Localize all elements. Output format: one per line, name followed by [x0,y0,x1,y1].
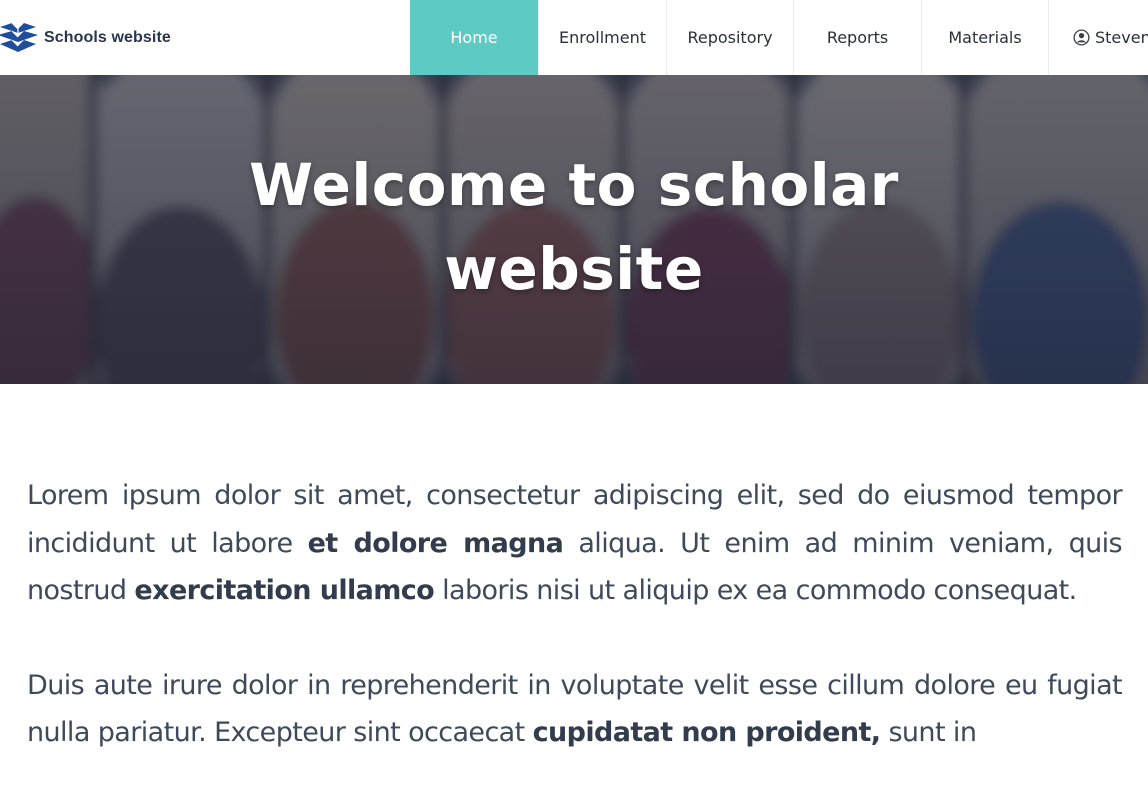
user-menu[interactable]: Steven [1048,0,1148,75]
hero-banner: Welcome to scholar website [0,75,1148,384]
main-content: Lorem ipsum dolor sit amet, consectetur … [27,472,1123,804]
main-nav: Home Enrollment Repository Reports Mater… [410,0,1148,75]
brand[interactable]: Schools website [0,0,410,75]
nav-item-label: Reports [826,28,889,47]
top-header: Schools website Home Enrollment Reposito… [0,0,1148,75]
nav-item-label: Materials [948,28,1022,47]
user-circle-icon [1073,29,1090,46]
paragraph-2: Duis aute irure dolor in reprehenderit i… [27,662,1123,757]
nav-item-label: Repository [687,28,773,47]
book-stack-logo [0,22,38,52]
hero-title-line2: website [444,235,704,303]
hero-title-line1: Welcome to scholar [249,151,899,219]
bold-text: exercitation ullamco [134,575,435,606]
text-run: sunt in [880,717,977,748]
nav-item-label: Enrollment [559,28,646,47]
paragraph-1: Lorem ipsum dolor sit amet, consectetur … [27,472,1123,615]
nav-item-label: Home [450,28,498,47]
nav-item-enrollment[interactable]: Enrollment [538,0,666,75]
nav-item-materials[interactable]: Materials [921,0,1048,75]
bold-text: et dolore magna [307,527,564,559]
text-run: laboris nisi ut aliquip ex ea commodo co… [434,575,1077,606]
user-name: Steven [1095,28,1148,47]
brand-name: Schools website [44,28,171,46]
bold-text: cupidatat non proident, [532,717,881,748]
hero-title: Welcome to scholar website [0,143,1148,311]
nav-item-repository[interactable]: Repository [666,0,793,75]
nav-item-home[interactable]: Home [410,0,538,75]
nav-item-reports[interactable]: Reports [793,0,921,75]
